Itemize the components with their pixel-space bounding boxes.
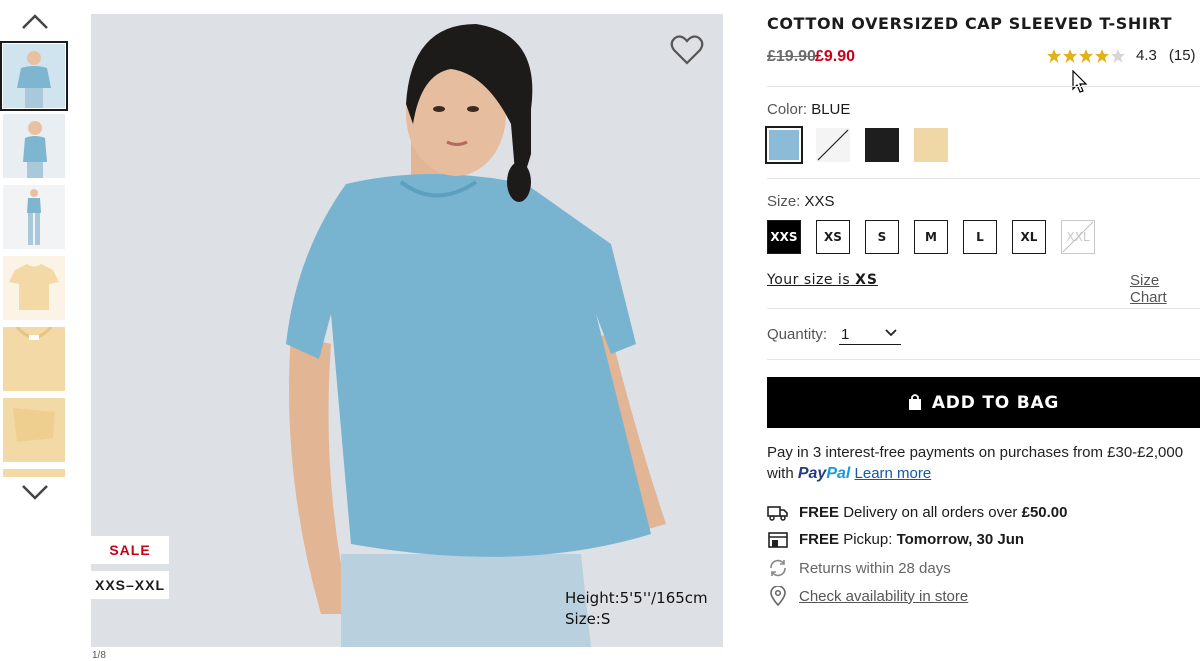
color-label: Color: BLUE — [767, 101, 850, 118]
product-details-panel: COTTON OVERSIZED CAP SLEEVED T-SHIRT £19… — [765, 0, 1200, 657]
model-info: Height:5'5''/165cm Size:S — [565, 588, 708, 630]
pickup-date: Tomorrow, 30 Jun — [896, 530, 1025, 548]
quantity-label: Quantity: — [767, 326, 828, 343]
your-size-link[interactable]: Your size is XS — [767, 272, 878, 288]
rating-stars — [1046, 48, 1126, 64]
chevron-down-icon — [885, 329, 897, 337]
size-option-l[interactable]: L — [963, 220, 997, 254]
returns-cycle-icon — [767, 558, 789, 578]
paypal-with-text: with — [767, 465, 794, 482]
color-value: BLUE — [811, 101, 851, 118]
thumbnails-down-chevron-icon[interactable] — [19, 482, 51, 504]
paypal-installments-info: Pay in 3 interest-free payments on purch… — [767, 442, 1200, 484]
size-label-text: Size: — [767, 193, 801, 210]
thumbnail-cream-collar[interactable] — [3, 327, 65, 391]
swatch-black[interactable] — [865, 128, 899, 162]
delivery-free-label: FREE — [799, 503, 840, 521]
unavailable-slash-icon — [1062, 221, 1094, 253]
thumbnail-cream-sleeve[interactable] — [3, 398, 65, 462]
pickup-free-label: FREE — [799, 530, 840, 548]
model-height: Height:5'5''/165cm — [565, 589, 708, 607]
product-title: COTTON OVERSIZED CAP SLEEVED T-SHIRT — [767, 14, 1173, 33]
unavailable-slash-icon — [817, 129, 849, 161]
divider — [767, 308, 1200, 309]
rating-score: 4.3 — [1136, 47, 1157, 64]
learn-more-link[interactable]: Learn more — [855, 465, 932, 482]
swatch-blue[interactable] — [765, 126, 803, 164]
paypal-logo-pal: Pal — [826, 465, 851, 482]
delivery-threshold: £50.00 — [1021, 503, 1068, 521]
star-icon — [1079, 48, 1093, 63]
model-photo — [91, 14, 723, 647]
sale-badge: SALE — [91, 536, 169, 564]
paypal-installments-text: Pay in 3 interest-free payments on purch… — [767, 444, 1184, 461]
truck-icon — [767, 502, 789, 522]
pickup-text: Pickup: — [843, 530, 893, 548]
size-option-xxs[interactable]: XXS — [767, 220, 801, 254]
divider — [767, 178, 1200, 179]
model-size: Size:S — [565, 610, 611, 628]
product-rating[interactable]: 4.3 (15) — [1046, 47, 1196, 64]
size-option-xl[interactable]: XL — [1012, 220, 1046, 254]
paypal-logo: PayPal — [798, 465, 850, 482]
paypal-logo-pay: Pay — [797, 465, 827, 482]
star-icon — [1047, 48, 1061, 63]
shopping-bag-icon — [908, 394, 921, 410]
add-to-bag-button[interactable]: ADD TO BAG — [767, 377, 1200, 428]
delivery-info: FREE Delivery on all orders over £50.00 — [767, 502, 1068, 522]
swatch-natural[interactable] — [914, 128, 948, 162]
wishlist-heart-icon[interactable] — [670, 34, 704, 66]
rating-count: (15) — [1168, 47, 1196, 64]
pickup-info: FREE Pickup: Tomorrow, 30 Jun — [767, 529, 1024, 549]
sale-price: £9.90 — [815, 48, 856, 65]
delivery-text: Delivery on all orders over — [843, 503, 1018, 521]
size-range-badge: XXS–XXL — [91, 571, 169, 599]
check-availability-link[interactable]: Check availability in store — [799, 588, 968, 605]
star-icon — [1063, 48, 1077, 63]
size-value: XXS — [804, 193, 835, 210]
color-label-text: Color: — [767, 101, 808, 118]
star-icon — [1095, 48, 1109, 63]
availability-info: Check availability in store — [767, 586, 968, 606]
size-options: XXS XS S M L XL XXL — [767, 220, 1110, 254]
divider — [767, 86, 1200, 87]
your-size-prefix: Your size is — [767, 272, 851, 288]
thumbnail-model-front[interactable] — [0, 41, 68, 111]
image-counter: 1/8 — [92, 650, 106, 661]
color-swatches — [765, 126, 963, 164]
thumbnail-partial — [3, 469, 65, 477]
size-option-xs[interactable]: XS — [816, 220, 850, 254]
size-option-xxl[interactable]: XXL — [1061, 220, 1095, 254]
swatch-white[interactable] — [816, 128, 850, 162]
returns-text: Returns within 28 days — [799, 559, 951, 577]
divider — [767, 359, 1200, 360]
star-empty-icon — [1111, 48, 1125, 63]
mouse-cursor-icon — [1072, 70, 1088, 93]
size-chart-link[interactable]: Size Chart — [1130, 272, 1200, 306]
add-to-bag-label: ADD TO BAG — [931, 392, 1060, 413]
main-product-image[interactable]: SALE XXS–XXL Height:5'5''/165cm Size:S — [91, 14, 723, 647]
location-pin-icon — [767, 586, 789, 606]
size-option-m[interactable]: M — [914, 220, 948, 254]
your-size-value: XS — [855, 272, 878, 288]
quantity-select[interactable]: 1 — [839, 324, 901, 345]
thumbnail-model-full[interactable] — [3, 185, 65, 249]
thumbnail-model-side[interactable] — [3, 114, 65, 178]
size-option-s[interactable]: S — [865, 220, 899, 254]
thumbnail-cream-flat[interactable] — [3, 256, 65, 320]
quantity-value: 1 — [841, 326, 850, 343]
size-label: Size: XXS — [767, 193, 835, 210]
store-icon — [767, 529, 789, 549]
original-price: £19.90 — [767, 48, 816, 65]
returns-info: Returns within 28 days — [767, 558, 951, 578]
thumbnail-rail — [0, 0, 72, 657]
thumbnails-up-chevron-icon[interactable] — [19, 10, 51, 32]
